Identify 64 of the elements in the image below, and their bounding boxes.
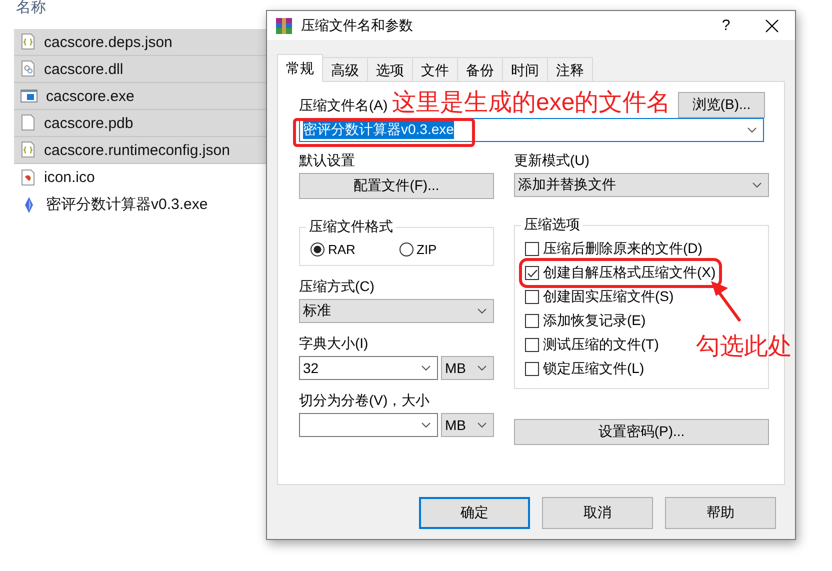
close-icon[interactable] (765, 18, 779, 32)
chevron-icon (752, 182, 762, 188)
dialog-button[interactable]: 帮助 (665, 497, 776, 529)
help-button[interactable]: ? (703, 17, 749, 34)
file-icon (20, 168, 36, 186)
volume-size-field[interactable] (299, 413, 438, 437)
file-name: cacscore.runtimeconfig.json (44, 142, 230, 158)
group-title: 压缩文件格式 (306, 218, 396, 236)
annotation-arrow (708, 279, 744, 323)
format-radio[interactable]: RAR (310, 242, 398, 257)
profiles-button[interactable]: 配置文件(F)... (299, 173, 494, 199)
tab[interactable]: 注释 (547, 57, 593, 81)
checkbox[interactable] (525, 242, 539, 256)
file-name: 密评分数计算器v0.3.exe (46, 195, 208, 214)
program-icon (20, 88, 38, 104)
option-checkbox[interactable]: 测试压缩的文件(T) (525, 336, 659, 354)
file-icon (20, 33, 36, 51)
checkbox[interactable] (525, 338, 539, 352)
dialog-button[interactable]: 取消 (542, 497, 653, 529)
password-button[interactable]: 设置密码(P)... (514, 419, 769, 445)
dictionary-dropdown[interactable]: 32 (299, 356, 438, 380)
checkbox[interactable] (525, 290, 539, 304)
unit-dropdown[interactable]: MB (441, 356, 494, 380)
file-icon (20, 114, 36, 132)
column-header[interactable]: 名称 (16, 0, 46, 17)
field-label: 压缩方式(C) (299, 278, 376, 296)
chevron-icon (477, 422, 487, 428)
checkbox[interactable] (525, 362, 539, 376)
option-checkbox[interactable]: 创建固实压缩文件(S) (525, 288, 674, 306)
file-name: cacscore.deps.json (44, 34, 172, 50)
file-icon (20, 60, 36, 78)
chevron-icon (747, 127, 757, 133)
chevron-icon (421, 365, 431, 371)
chevron-icon (421, 422, 431, 428)
chevron-icon (477, 308, 487, 314)
annotation-text: 这里是生成的exe的文件名 (392, 88, 671, 118)
file-name: cacscore.dll (44, 60, 124, 78)
radio-icon[interactable] (310, 242, 325, 257)
field-label: 字典大小(I) (299, 335, 370, 353)
tab[interactable]: 常规 (277, 54, 323, 82)
field-label: 更新模式(U) (514, 152, 590, 170)
annotation-text: 勾选此处 (696, 332, 792, 362)
option-checkbox[interactable]: 锁定压缩文件(L) (525, 360, 644, 378)
group-title: 压缩选项 (521, 216, 583, 234)
format-radio[interactable]: ZIP (398, 242, 487, 257)
update-mode-dropdown[interactable]: 添加并替换文件 (514, 173, 769, 197)
radio-icon[interactable] (398, 242, 414, 257)
field-label: 切分为分卷(V)，大小 (299, 392, 431, 410)
filename-field[interactable]: 密评分数计算器v0.3.exe (299, 118, 764, 142)
option-checkbox[interactable]: 创建自解压格式压缩文件(X) (525, 264, 716, 282)
option-checkbox[interactable]: 压缩后删除原来的文件(D) (525, 240, 702, 258)
file-icon (20, 141, 36, 159)
file-name: icon.ico (44, 169, 95, 186)
unit-dropdown[interactable]: MB (441, 413, 494, 437)
archive-icon (275, 16, 293, 34)
file-name: cacscore.exe (46, 88, 134, 104)
browse-button[interactable]: 浏览(B)... (678, 92, 765, 118)
chevron-icon (477, 365, 487, 371)
method-dropdown[interactable]: 标准 (299, 299, 494, 323)
file-name: cacscore.pdb (44, 114, 134, 132)
checkbox[interactable] (525, 266, 539, 280)
dialog-button[interactable]: 确定 (419, 497, 530, 529)
option-checkbox[interactable]: 添加恢复记录(E) (525, 312, 646, 330)
checkbox[interactable] (525, 314, 539, 328)
